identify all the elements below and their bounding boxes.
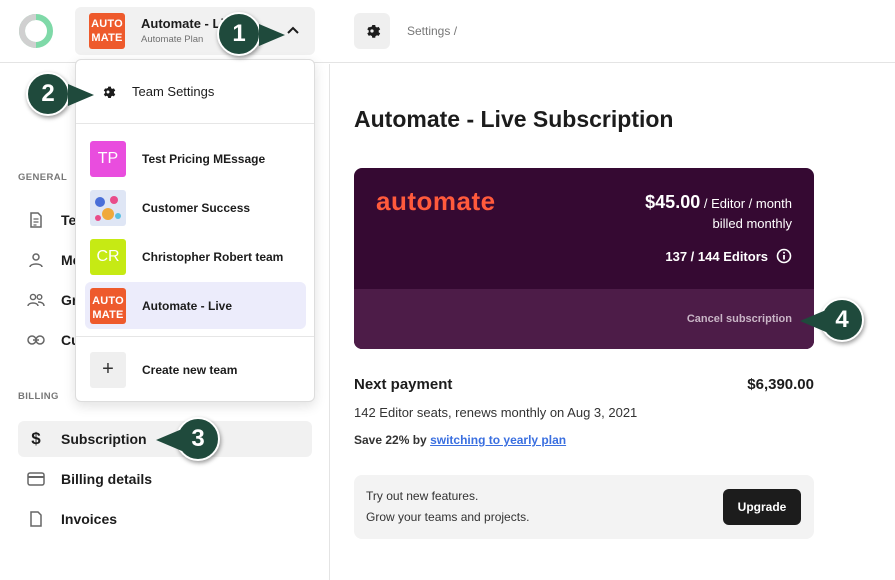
create-team-label: Create new team xyxy=(142,362,238,377)
chevron-up-icon xyxy=(287,23,299,37)
card-icon xyxy=(18,461,54,497)
gear-icon xyxy=(367,25,381,38)
price-unit: / Editor / month xyxy=(703,196,792,211)
divider xyxy=(76,336,314,337)
upgrade-button[interactable]: Upgrade xyxy=(723,489,801,525)
team-item-customer-success[interactable]: Customer Success xyxy=(85,184,306,231)
team-item-test-pricing[interactable]: TP Test Pricing MEssage xyxy=(85,135,306,182)
group-icon xyxy=(18,282,54,318)
price-block: $45.00 / Editor / month billed monthly xyxy=(645,192,792,234)
section-general: GENERAL xyxy=(18,172,68,183)
dollar-icon: $ xyxy=(31,429,41,448)
sidebar-item-invoices[interactable]: Invoices xyxy=(18,501,312,537)
card-footer: Cancel subscription xyxy=(354,289,814,349)
callout-number: 3 xyxy=(191,425,205,452)
brand-wordmark: automate xyxy=(376,186,496,216)
plus-icon: + xyxy=(90,351,126,388)
file-icon xyxy=(18,501,54,537)
team-item-automate-live[interactable]: AUTO MATE Automate - Live xyxy=(85,282,306,329)
callout-pointer xyxy=(259,24,285,46)
top-bar: AUTO MATE Automate - Live Automate Plan … xyxy=(0,0,895,63)
person-icon xyxy=(18,242,54,278)
callout-pointer xyxy=(68,84,94,106)
team-item-christopher-robert[interactable]: CR Christopher Robert team xyxy=(85,233,306,280)
sidebar-item-label: Invoices xyxy=(61,511,118,527)
yearly-plan-link[interactable]: switching to yearly plan xyxy=(430,433,566,447)
next-payment-amount: $6,390.00 xyxy=(747,376,814,393)
team-logo: AUTO MATE xyxy=(89,13,125,49)
link-icon xyxy=(18,322,54,358)
callout-pointer xyxy=(800,310,826,332)
callout-number: 2 xyxy=(41,80,55,107)
app-logo[interactable] xyxy=(18,10,54,52)
team-settings-item[interactable]: Team Settings xyxy=(76,60,314,124)
team-avatar-image xyxy=(90,189,126,226)
page-title: Automate - Live Subscription xyxy=(354,106,674,132)
team-avatar: AUTO MATE xyxy=(90,287,126,324)
callout-marker-1: 1 xyxy=(217,12,285,56)
team-avatar: TP xyxy=(90,140,126,177)
team-dropdown: Team Settings TP Test Pricing MEssage Cu… xyxy=(75,59,315,402)
editor-count-text: 137 / 144 Editors xyxy=(665,248,768,264)
breadcrumb[interactable]: Settings / xyxy=(407,24,457,38)
callout-marker-3: 3 xyxy=(156,417,220,461)
promo-line-1: Try out new features. xyxy=(366,489,479,503)
info-icon[interactable] xyxy=(776,248,792,264)
cancel-subscription-button[interactable]: Cancel subscription xyxy=(687,313,792,325)
gear-icon xyxy=(90,84,126,100)
team-plan: Automate Plan xyxy=(141,34,204,45)
team-item-label: Test Pricing MEssage xyxy=(142,151,266,166)
section-billing: BILLING xyxy=(18,391,59,402)
team-item-label: Customer Success xyxy=(142,200,251,215)
team-item-label: Automate - Live xyxy=(142,298,233,313)
callout-marker-4: 4 xyxy=(800,298,864,342)
settings-button[interactable] xyxy=(354,13,390,49)
sidebar-item-label: Billing details xyxy=(61,471,153,487)
callout-number: 4 xyxy=(835,306,849,333)
team-item-label: Christopher Robert team xyxy=(142,249,284,264)
promo-line-2: Grow your teams and projects. xyxy=(366,510,530,524)
callout-number: 1 xyxy=(232,20,246,47)
save-message: Save 22% by switching to yearly plan xyxy=(354,433,566,447)
create-team-item[interactable]: + Create new team xyxy=(85,346,306,393)
team-logo-text: AUTO MATE xyxy=(91,18,123,44)
team-settings-label: Team Settings xyxy=(132,84,215,99)
document-icon xyxy=(18,202,54,238)
upgrade-promo: Try out new features. Grow your teams an… xyxy=(354,475,814,539)
sidebar-item-label: Subscription xyxy=(61,431,147,447)
callout-pointer xyxy=(156,429,182,451)
team-avatar: CR xyxy=(90,238,126,275)
editor-count: 137 / 144 Editors xyxy=(665,248,792,264)
subscription-card: automate $45.00 / Editor / month billed … xyxy=(354,168,814,349)
sidebar-item-billing-details[interactable]: Billing details xyxy=(18,461,312,497)
next-payment-description: 142 Editor seats, renews monthly on Aug … xyxy=(354,405,638,420)
price-amount: $45.00 xyxy=(645,192,701,212)
save-prefix: Save 22% by xyxy=(354,433,427,447)
billing-frequency: billed monthly xyxy=(712,216,793,231)
callout-marker-2: 2 xyxy=(26,72,94,116)
next-payment-label: Next payment xyxy=(354,376,453,393)
